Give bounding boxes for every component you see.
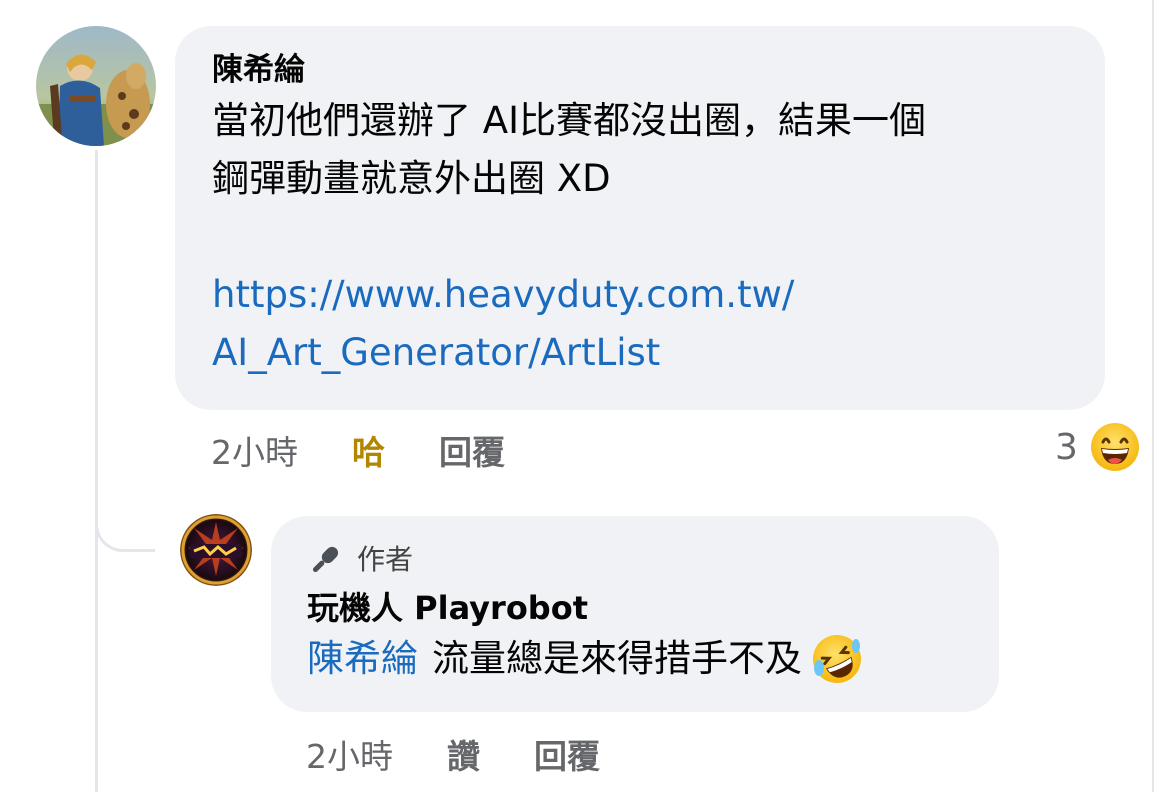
comment-link-line: https://www.heavyduty.com.tw/ xyxy=(212,273,795,316)
comment-actions: 2小時 哈 回覆 xyxy=(211,428,559,472)
author-badge: 作者 xyxy=(307,542,963,578)
reply-bubble: 作者 玩機人 Playrobot 陳希綸 流量總是來得措手不及 xyxy=(271,516,999,712)
comment-text: 當初他們還辦了 AI比賽都沒出圈，結果一個 鋼彈動畫就意外出圈 XD xyxy=(212,92,1069,208)
reaction-summary[interactable]: 3 xyxy=(1055,422,1140,472)
reaction-count: 3 xyxy=(1055,426,1078,468)
like-button[interactable]: 讚 xyxy=(447,730,480,778)
thread-branch-line xyxy=(95,490,155,552)
reaction-button[interactable]: 哈 xyxy=(352,426,385,474)
author-badge-label: 作者 xyxy=(357,543,414,576)
reply-actions: 2小時 讚 回覆 xyxy=(306,732,654,776)
scroll-edge-divider xyxy=(1152,0,1154,792)
reply-author-name[interactable]: 玩機人 Playrobot xyxy=(307,586,963,630)
reply-timestamp[interactable]: 2小時 xyxy=(306,730,393,778)
thread-line xyxy=(95,150,98,792)
laughing-emoji-icon xyxy=(1090,423,1139,471)
mention-link[interactable]: 陳希綸 xyxy=(307,630,418,688)
reply-text: 陳希綸 流量總是來得措手不及 xyxy=(307,630,963,688)
comment-timestamp[interactable]: 2小時 xyxy=(211,426,298,474)
comment-text-line: 鋼彈動畫就意外出圈 XD xyxy=(212,157,611,200)
rolling-on-floor-laughing-icon xyxy=(813,635,861,683)
comment-author-name[interactable]: 陳希綸 xyxy=(212,50,1069,90)
comment-thread: 陳希綸 當初他們還辦了 AI比賽都沒出圈，結果一個 鋼彈動畫就意外出圈 XD h… xyxy=(0,0,1170,792)
page-logo-image xyxy=(180,514,252,586)
comment-link-line: AI_Art_Generator/ArtList xyxy=(212,331,661,374)
microphone-icon xyxy=(312,546,339,573)
reply-button[interactable]: 回覆 xyxy=(439,426,505,474)
avatar[interactable] xyxy=(180,514,252,586)
avatar-image xyxy=(36,26,156,146)
comment-link[interactable]: https://www.heavyduty.com.tw/ AI_Art_Gen… xyxy=(212,266,1069,382)
avatar[interactable] xyxy=(36,26,156,146)
comment-text-line: 當初他們還辦了 AI比賽都沒出圈，結果一個 xyxy=(212,99,926,142)
reply-body: 流量總是來得措手不及 xyxy=(432,637,802,680)
reply-button[interactable]: 回覆 xyxy=(534,730,600,778)
comment-bubble: 陳希綸 當初他們還辦了 AI比賽都沒出圈，結果一個 鋼彈動畫就意外出圈 XD h… xyxy=(175,26,1105,410)
